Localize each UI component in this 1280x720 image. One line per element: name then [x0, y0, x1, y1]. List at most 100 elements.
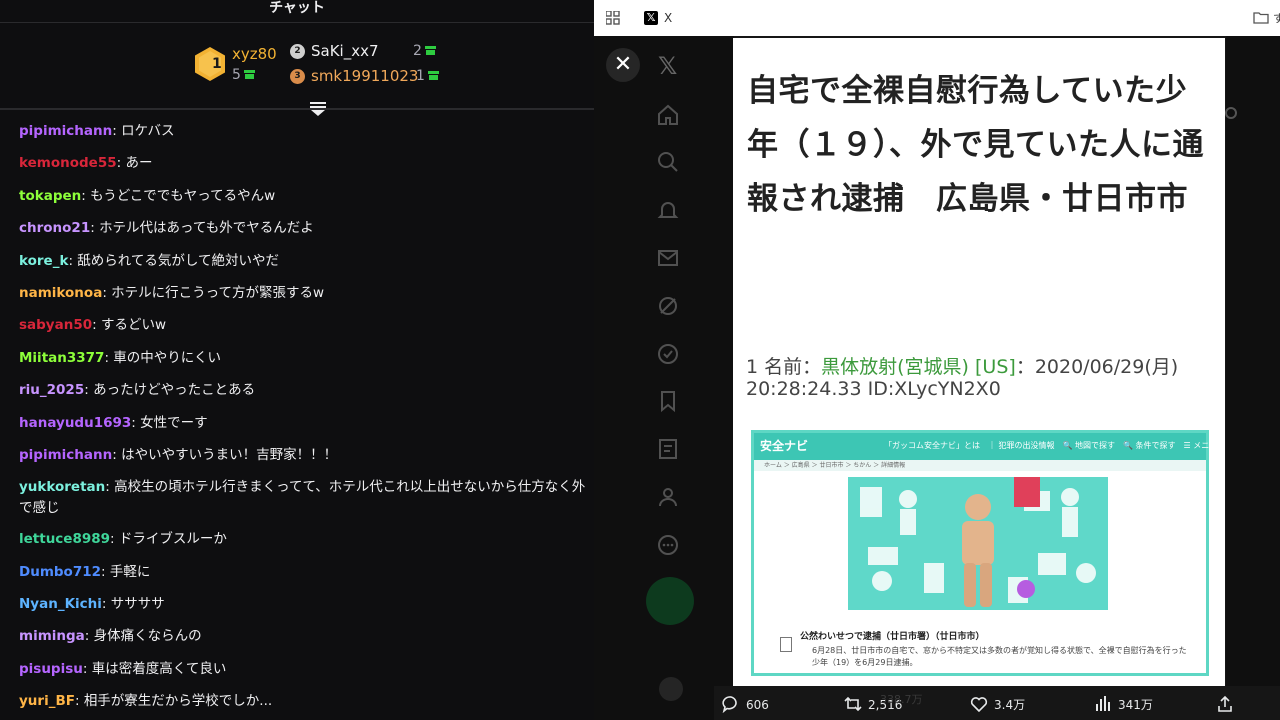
repost-icon: [844, 696, 862, 712]
chat-separator: :: [131, 414, 141, 431]
chat-username[interactable]: Miitan3377: [19, 350, 104, 366]
close-viewer-button[interactable]: ✕: [606, 48, 640, 82]
chat-text: はやいやすいうまい！吉野家！！！: [121, 446, 338, 463]
chat-text: 身体痛くならんの: [93, 628, 202, 645]
verified-icon[interactable]: [656, 342, 680, 366]
compose-post-button[interactable]: [646, 577, 694, 625]
silver-rank-badge-icon: 2: [290, 44, 305, 59]
leader-third-count-value: 1: [416, 68, 425, 84]
chat-message: miminga: 身体痛くならんの: [19, 626, 594, 647]
chat-message: kore_k: 舐められてる気がして絶対いやだ: [19, 251, 594, 272]
tab-title[interactable]: X: [664, 10, 672, 26]
chat-separator: :: [112, 123, 122, 139]
home-icon[interactable]: [656, 103, 680, 127]
chat-separator: :: [74, 693, 84, 710]
chat-username[interactable]: yuri_BF: [19, 693, 75, 709]
screenshot-menu: 「ガッコム安全ナビ」とは ｜ 犯罪の出没情報 🔍 地図で探す 🔍 条件で探す ☰…: [884, 441, 1225, 450]
document-icon: [780, 637, 792, 652]
chat-separator: :: [110, 531, 119, 548]
tab-grid-icon[interactable]: [606, 11, 620, 25]
chat-username[interactable]: Nyan_Kichi: [19, 596, 102, 612]
chat-username[interactable]: chrono21: [19, 220, 90, 236]
chat-separator: :: [92, 317, 101, 334]
chat-separator: :: [68, 252, 78, 269]
chat-username[interactable]: yukkoretan: [19, 479, 105, 495]
leader-first-name[interactable]: xyz80: [232, 45, 277, 63]
chat-text: 車は密着度高くて良い: [91, 660, 227, 677]
notifications-icon[interactable]: [656, 198, 680, 222]
chat-text: ホテルに行こうって方が緊張するw: [111, 284, 325, 301]
views-count: 341万: [1118, 698, 1153, 712]
chat-message: namikonoa: ホテルに行こうって方が緊張するw: [19, 283, 594, 304]
chat-username[interactable]: kemonode55: [19, 155, 117, 171]
leader-third-name[interactable]: smk19911023: [311, 67, 418, 85]
reply-count: 606: [746, 698, 769, 712]
avatar[interactable]: [659, 677, 683, 701]
chat-message: kemonode55: あー: [19, 153, 594, 174]
more-icon[interactable]: [656, 533, 680, 557]
chat-message: yukkoretan: 高校生の頃ホテル行きまくってて、ホテル代これ以上出せない…: [19, 477, 594, 519]
heart-icon: [970, 697, 988, 713]
folder-icon[interactable]: [1253, 11, 1269, 24]
chat-username[interactable]: hanayudu1693: [19, 415, 131, 431]
chat-separator: :: [82, 660, 92, 677]
leader-first-count: 5: [232, 66, 255, 84]
x-logo-icon: 𝕏: [658, 52, 678, 80]
chat-separator: :: [84, 382, 94, 399]
collapse-leaderboard-icon[interactable]: [308, 98, 328, 118]
share-icon: [1218, 695, 1232, 712]
chat-message: hanayudu1693: 女性でーす: [19, 413, 594, 434]
browser-tab-bar: 𝕏 X す: [594, 0, 1280, 36]
chat-username[interactable]: kore_k: [19, 253, 68, 269]
chat-username[interactable]: lettuce8989: [19, 531, 110, 547]
embedded-news-screenshot: 安全ナビ 「ガッコム安全ナビ」とは ｜ 犯罪の出没情報 🔍 地図で探す 🔍 条件…: [751, 430, 1225, 676]
chat-username[interactable]: sabyan50: [19, 317, 92, 333]
chat-username[interactable]: pipimichann: [19, 123, 112, 139]
chat-message: pipimichann: はやいやすいうまい！吉野家！！！: [19, 445, 594, 466]
lists-icon[interactable]: [656, 437, 680, 461]
screenshot-brand: 安全ナビ: [760, 439, 809, 453]
x-favicon-icon: 𝕏: [644, 11, 658, 25]
chat-username[interactable]: tokapen: [19, 188, 81, 204]
chat-text: ロケバス: [121, 123, 175, 139]
chat-username[interactable]: Dumbo712: [19, 564, 101, 580]
views-chart-icon: [1096, 696, 1110, 711]
settings-icon[interactable]: [1225, 107, 1237, 119]
chat-text: 相手が寮生だから学校でしか...: [83, 693, 273, 710]
chat-message-list: pipimichann: ロケバス kemonode55: あー tokapen: …: [19, 121, 594, 720]
gift-sub-icon: [424, 46, 436, 55]
post-header-prefix: 1 名前：: [746, 356, 822, 378]
like-button[interactable]: 3.4万: [970, 695, 1025, 713]
bookmarks-icon[interactable]: [656, 389, 680, 413]
chat-text: するどいw: [100, 317, 167, 334]
chat-panel: チャット 1 xyz80 5 2 SaKi_xx7 2 3 smk1991102…: [0, 0, 594, 720]
chat-username[interactable]: riu_2025: [19, 382, 84, 398]
chat-username[interactable]: pipimichann: [19, 447, 112, 463]
leader-third-count: 1: [416, 67, 439, 85]
chat-username[interactable]: pisupisu: [19, 661, 83, 677]
chat-separator: :: [90, 220, 100, 237]
messages-icon[interactable]: [656, 246, 680, 270]
chat-text: あー: [125, 155, 153, 172]
article-headline: 自宅で全裸自慰行為していた少年（１９）、外で見ていた人に通報され逮捕 広島県・廿…: [747, 73, 1204, 217]
media-viewer: 𝕏 X す ✕ 𝕏 自宅で全裸自慰行為していた少年（１９）、外で見ていた人に通報…: [594, 0, 1280, 720]
chat-separator: :: [112, 446, 122, 463]
chat-message: pisupisu: 車は密着度高くて良い: [19, 659, 594, 680]
post-header: 1 名前：黒体放射(宮城県) [US]：2020/06/29(月) 20:28:…: [746, 356, 1216, 400]
search-icon[interactable]: [656, 150, 680, 174]
chat-text: 舐められてる気がして絶対いやだ: [77, 252, 279, 269]
views-button[interactable]: 341万: [1094, 695, 1153, 713]
reply-button[interactable]: 606: [722, 695, 769, 714]
leader-second-name[interactable]: SaKi_xx7: [311, 42, 379, 60]
share-button[interactable]: [1216, 695, 1240, 713]
chat-text: 手軽に: [109, 563, 151, 580]
grok-icon[interactable]: [656, 294, 680, 318]
profile-icon[interactable]: [656, 485, 680, 509]
reply-icon: [722, 696, 737, 714]
tab-trailing-text: す: [1273, 12, 1280, 25]
chat-message: tokapen: もうどこででもヤってるやんw: [19, 186, 594, 207]
chat-username[interactable]: miminga: [19, 628, 85, 644]
chat-username[interactable]: namikonoa: [19, 285, 102, 301]
chat-text: もうどこででもヤってるやんw: [90, 187, 276, 204]
chat-separator: :: [102, 284, 112, 301]
